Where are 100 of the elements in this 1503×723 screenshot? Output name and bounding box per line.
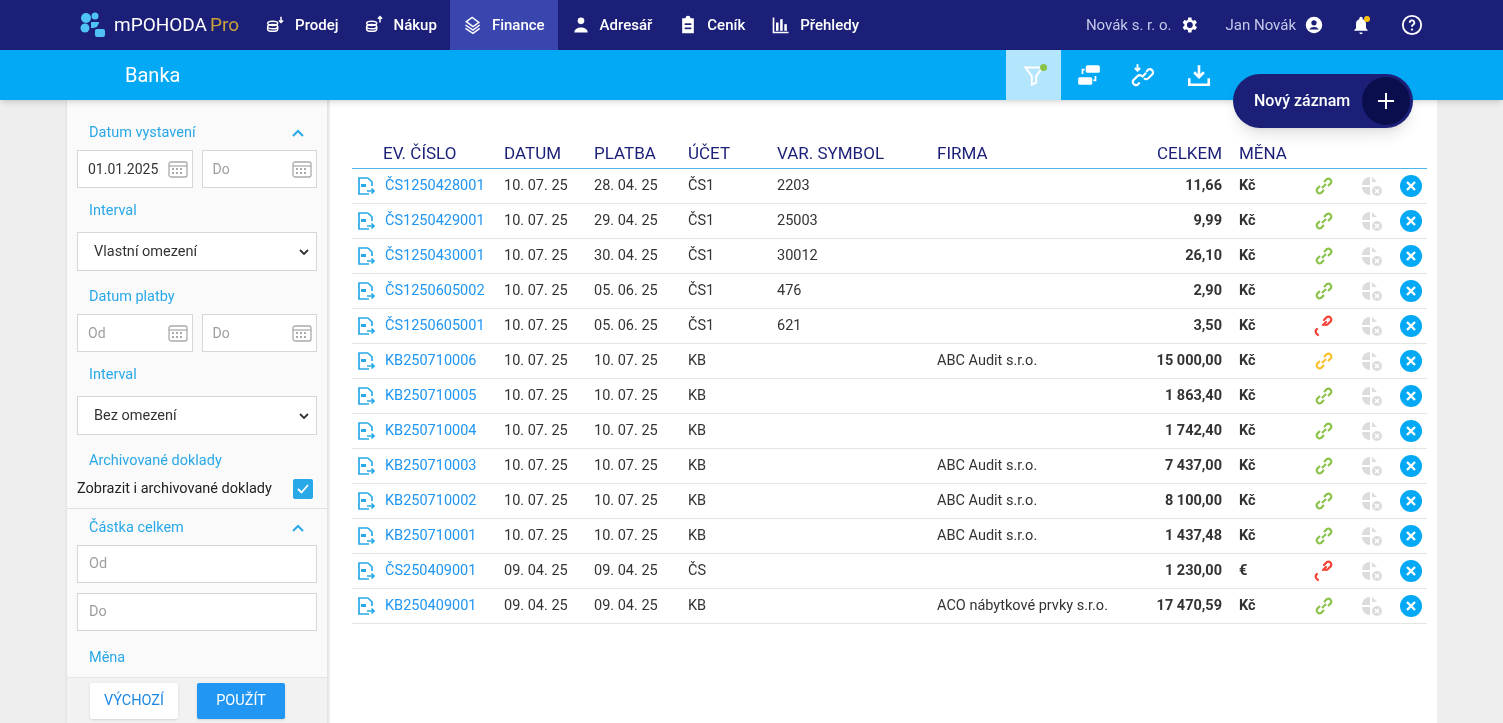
table-cell-text: 17 470,59 — [1156, 596, 1222, 617]
delete-icon[interactable] — [1400, 525, 1422, 547]
delete-icon[interactable] — [1400, 595, 1422, 617]
delete-icon[interactable] — [1400, 350, 1422, 372]
table-cell: ABC Audit s.r.o. — [937, 492, 1038, 510]
delete-icon[interactable] — [1400, 175, 1422, 197]
document-arrow-icon[interactable] — [356, 386, 376, 406]
pie-remove-icon[interactable] — [1360, 174, 1384, 198]
help-icon[interactable] — [1401, 14, 1423, 36]
date-field[interactable]: Od — [77, 314, 193, 352]
nav-tab[interactable]: Ceník — [665, 0, 759, 50]
document-arrow-icon[interactable] — [356, 596, 376, 616]
delete-icon[interactable] — [1400, 490, 1422, 512]
date-field[interactable]: Do — [201, 314, 317, 352]
filter-section-title: Datum vystavení — [89, 123, 196, 144]
delete-icon[interactable] — [1400, 315, 1422, 337]
column-header[interactable]: DATUM — [504, 141, 594, 167]
table-cell-text: ČS — [688, 560, 708, 582]
table-cell: Kč — [1239, 492, 1256, 510]
document-arrow-icon[interactable] — [356, 316, 376, 336]
column-header[interactable]: EV. ČÍSLO — [352, 141, 504, 167]
table-cell: Kč — [1239, 282, 1256, 300]
table-cell-text: 10. 07. 25 — [594, 351, 659, 372]
table-cell-text: 10. 07. 25 — [594, 526, 659, 547]
column-header[interactable]: PLATBA — [594, 141, 688, 167]
calendar-icon[interactable] — [167, 160, 188, 178]
pie-remove-icon[interactable] — [1360, 244, 1384, 268]
nav-tab[interactable]: Nákup — [351, 0, 450, 50]
pie-remove-icon[interactable] — [1360, 384, 1384, 408]
pie-remove-icon[interactable] — [1360, 209, 1384, 233]
filter-section-title: Archivované doklady — [89, 451, 222, 472]
calendar-icon[interactable] — [167, 324, 188, 342]
user-account-icon[interactable] — [1305, 16, 1323, 34]
nav-tab[interactable]: Přehledy — [758, 0, 872, 50]
table-cell-text: 11,66 — [1185, 176, 1222, 197]
table-cell-text: 05. 06. 25 — [594, 316, 659, 337]
column-header[interactable]: MĚNA — [1222, 141, 1312, 167]
document-arrow-icon[interactable] — [356, 246, 376, 266]
calendar-icon[interactable] — [292, 324, 312, 342]
document-arrow-icon[interactable] — [356, 456, 376, 476]
table-cell-text: KB — [688, 526, 708, 547]
checkbox-label: Zobrazit i archivované doklady — [77, 479, 272, 499]
delete-icon[interactable] — [1400, 385, 1422, 407]
pie-remove-icon[interactable] — [1360, 524, 1384, 548]
text-field[interactable]: Do — [77, 592, 317, 631]
table-cell-text: 10. 07. 25 — [504, 386, 569, 407]
bell-icon[interactable] — [1351, 15, 1371, 35]
reset-button[interactable]: VÝCHOZÍ — [90, 682, 178, 719]
checkbox[interactable] — [293, 478, 313, 499]
document-arrow-icon[interactable] — [356, 176, 376, 196]
document-arrow-icon[interactable] — [356, 526, 376, 546]
nav-tab[interactable]: Finance — [449, 0, 558, 50]
table-cell-text: KB — [688, 351, 708, 372]
pie-remove-icon[interactable] — [1360, 314, 1384, 338]
document-arrow-icon[interactable] — [356, 281, 376, 301]
pie-remove-icon[interactable] — [1360, 349, 1384, 373]
user-name: Jan Novák — [1225, 14, 1296, 36]
document-arrow-icon[interactable] — [356, 351, 376, 371]
calendar-icon[interactable] — [292, 160, 312, 178]
bar-chart-icon — [771, 15, 792, 35]
delete-icon[interactable] — [1400, 210, 1422, 232]
logo-icon — [80, 12, 106, 38]
column-header[interactable]: CELKEM — [1122, 141, 1222, 167]
toolbar-button[interactable] — [1006, 50, 1061, 100]
table-cell-text: 30. 04. 25 — [594, 246, 659, 267]
date-field[interactable]: Do — [201, 150, 317, 188]
delete-icon[interactable] — [1400, 420, 1422, 442]
column-header[interactable]: FIRMA — [937, 141, 1122, 167]
pie-remove-icon[interactable] — [1360, 454, 1384, 478]
pie-remove-icon[interactable] — [1360, 594, 1384, 618]
new-record-button[interactable]: Nový záznam — [1233, 74, 1414, 128]
delete-icon[interactable] — [1400, 455, 1422, 477]
pie-remove-icon[interactable] — [1360, 559, 1384, 583]
column-header[interactable]: VAR. SYMBOL — [777, 141, 937, 167]
delete-icon[interactable] — [1400, 245, 1422, 267]
table-cell-text: 29. 04. 25 — [594, 211, 659, 232]
pie-remove-icon[interactable] — [1360, 419, 1384, 443]
table-cell: Kč — [1239, 457, 1256, 475]
date-field[interactable]: 01.01.2025 — [77, 150, 193, 188]
table-cell-text: 1 437,48 — [1164, 526, 1222, 547]
nav-tab[interactable]: Adresář — [557, 0, 666, 50]
table-cell-text: ČS1 — [688, 280, 716, 302]
document-arrow-icon[interactable] — [356, 491, 376, 511]
document-arrow-icon[interactable] — [356, 421, 376, 441]
pie-remove-icon[interactable] — [1360, 279, 1384, 303]
document-arrow-icon[interactable] — [356, 561, 376, 581]
table-cell-text: ČS1 — [688, 210, 716, 232]
nav-tab[interactable]: Prodej — [253, 0, 352, 50]
table-cell-text: 05. 06. 25 — [594, 281, 659, 302]
column-header[interactable]: ÚČET — [688, 141, 777, 167]
delete-icon[interactable] — [1400, 280, 1422, 302]
dropdown[interactable]: Bez omezení — [77, 396, 317, 435]
document-arrow-icon[interactable] — [356, 211, 376, 231]
dropdown[interactable]: Vlastní omezení — [77, 232, 317, 271]
table-cell: € — [1239, 562, 1248, 580]
text-field[interactable]: Od — [77, 544, 317, 583]
table-cell: 2203 — [777, 177, 810, 195]
pie-remove-icon[interactable] — [1360, 489, 1384, 513]
table-cell-text: 10. 07. 25 — [504, 281, 569, 302]
delete-icon[interactable] — [1400, 560, 1422, 582]
